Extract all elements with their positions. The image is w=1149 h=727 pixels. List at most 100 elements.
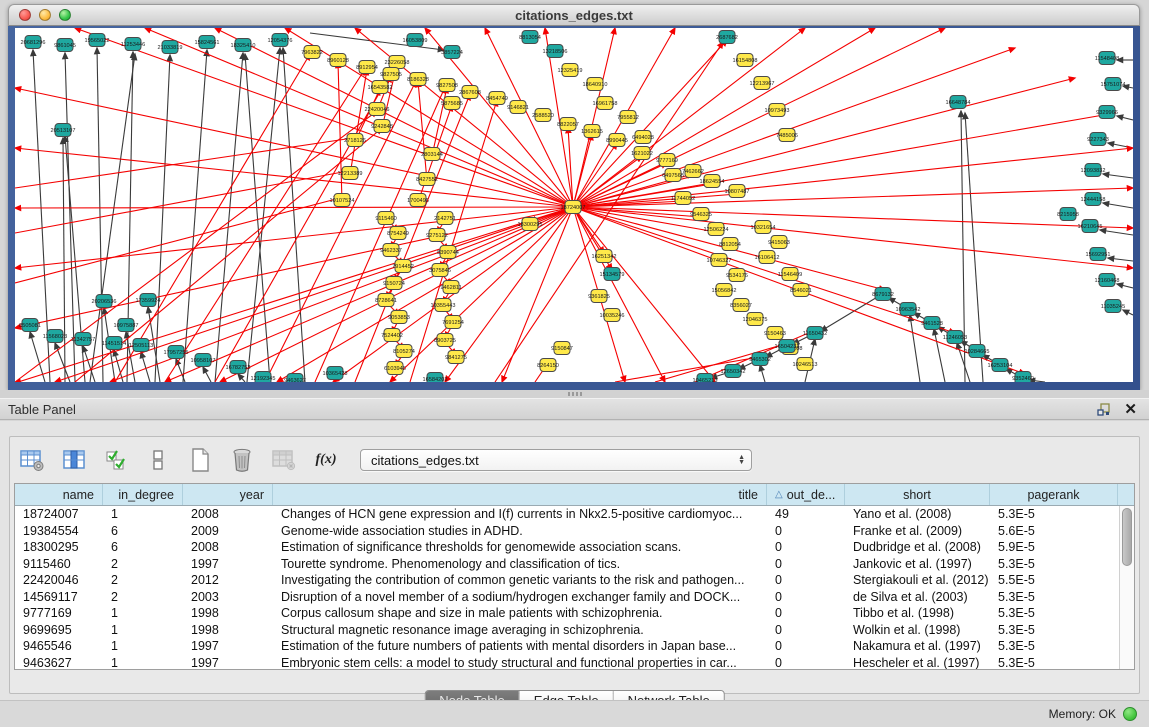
- graph-node[interactable]: 7914452: [392, 260, 414, 273]
- graph-node[interactable]: 8728641: [375, 294, 397, 307]
- graph-node[interactable]: 9465302: [749, 353, 771, 366]
- graph-node[interactable]: 16210645: [1078, 220, 1103, 233]
- table-settings-icon[interactable]: [18, 447, 46, 473]
- graph-node[interactable]: 2718126: [344, 134, 366, 147]
- column-header-in_degree[interactable]: in_degree: [103, 484, 183, 505]
- vertical-scrollbar[interactable]: [1119, 506, 1134, 669]
- float-panel-icon[interactable]: [1097, 403, 1111, 416]
- graph-node[interactable]: 8264150: [537, 359, 559, 372]
- graph-node[interactable]: 15824561: [195, 36, 220, 49]
- graph-node[interactable]: 20206536: [92, 295, 117, 308]
- graph-node[interactable]: 9462811: [440, 281, 461, 294]
- graph-node[interactable]: 2867608: [459, 86, 481, 99]
- table-row[interactable]: 969969511998Structural magnetic resonanc…: [15, 622, 1134, 639]
- graph-edge[interactable]: [1100, 230, 1133, 235]
- graph-node[interactable]: 10321654: [751, 221, 776, 234]
- graph-edge[interactable]: [215, 53, 243, 382]
- graph-node[interactable]: 9462337: [380, 244, 402, 257]
- column-header-year[interactable]: year: [183, 484, 273, 505]
- graph-node[interactable]: 2588520: [532, 109, 554, 122]
- graph-edge[interactable]: [55, 343, 70, 382]
- graph-node[interactable]: 16053809: [403, 34, 428, 47]
- graph-edge[interactable]: [215, 28, 573, 207]
- graph-edge[interactable]: [1103, 203, 1133, 208]
- graph-node[interactable]: 12325419: [558, 64, 583, 77]
- graph-node[interactable]: 8356027: [730, 299, 752, 312]
- graph-node[interactable]: 20681296: [21, 36, 46, 49]
- graph-node[interactable]: 6103945: [384, 362, 406, 375]
- graph-node[interactable]: 9329966: [1096, 106, 1118, 119]
- graph-node[interactable]: 11035245: [1101, 300, 1125, 313]
- graph-node[interactable]: 15056842: [712, 284, 737, 297]
- graph-node[interactable]: 1362615: [581, 125, 603, 138]
- graph-node[interactable]: 9827505: [380, 68, 402, 81]
- graph-node[interactable]: 12160468: [1095, 274, 1120, 287]
- graph-node[interactable]: 7524402: [381, 329, 403, 342]
- graph-node[interactable]: 8822057: [557, 118, 579, 131]
- graph-edge[interactable]: [1108, 143, 1133, 148]
- graph-node[interactable]: 16782753: [226, 361, 251, 374]
- graph-node[interactable]: 8912954: [356, 61, 378, 74]
- graph-node[interactable]: 9227343: [1087, 133, 1109, 146]
- graph-node[interactable]: 9861045: [54, 39, 76, 52]
- graph-node[interactable]: 20513107: [51, 124, 76, 137]
- graph-edge[interactable]: [573, 188, 1133, 207]
- graph-node[interactable]: 12046375: [743, 313, 768, 326]
- graph-node[interactable]: 8427552: [416, 173, 438, 186]
- graph-node[interactable]: 12213967: [750, 77, 775, 90]
- graph-node[interactable]: 8960128: [327, 54, 349, 67]
- graph-node[interactable]: 9546325: [690, 208, 712, 221]
- graph-node[interactable]: 11342757: [71, 333, 95, 346]
- graph-edge[interactable]: [1103, 174, 1133, 178]
- graph-node[interactable]: 2142751: [434, 212, 456, 225]
- graph-node[interactable]: 7462662: [682, 165, 704, 178]
- graph-node[interactable]: 3075846: [429, 264, 451, 277]
- close-panel-icon[interactable]: ✕: [1124, 402, 1137, 417]
- graph-node[interactable]: 9146821: [507, 101, 529, 114]
- graph-node[interactable]: 11546409: [778, 268, 802, 281]
- table-row[interactable]: 977716911998Corpus callosum shape and si…: [15, 605, 1134, 622]
- graph-node[interactable]: 13218506: [543, 45, 568, 58]
- graph-edge[interactable]: [573, 48, 1015, 207]
- graph-node[interactable]: 9115460: [375, 212, 396, 225]
- graph-node[interactable]: 16584203: [423, 373, 448, 383]
- graph-edge[interactable]: [573, 28, 805, 207]
- graph-node[interactable]: 1700496: [407, 194, 429, 207]
- graph-node[interactable]: 8812054: [719, 238, 741, 251]
- graph-node[interactable]: 8679132: [872, 288, 894, 301]
- select-all-rows-icon[interactable]: [102, 447, 130, 473]
- graph-edge[interactable]: [15, 111, 377, 382]
- graph-node[interactable]: 18640910: [583, 78, 608, 91]
- graph-edge[interactable]: [910, 315, 920, 382]
- graph-edge[interactable]: [1117, 116, 1133, 120]
- scrollbar-thumb[interactable]: [1122, 508, 1132, 566]
- graph-node[interactable]: 8903725: [434, 334, 456, 347]
- graph-node[interactable]: 15751074: [1101, 78, 1126, 91]
- graph-node[interactable]: 10355443: [431, 299, 456, 312]
- graph-edge[interactable]: [145, 28, 573, 207]
- table-row[interactable]: 946554611997Estimation of the future num…: [15, 638, 1134, 655]
- graph-node[interactable]: 8186328: [407, 73, 429, 86]
- graph-node[interactable]: 12506224: [704, 223, 729, 236]
- graph-edge[interactable]: [1123, 310, 1133, 315]
- graph-node[interactable]: 2687682: [716, 31, 738, 44]
- graph-node[interactable]: 16251342: [592, 250, 617, 263]
- graph-node[interactable]: 6497568: [662, 169, 684, 182]
- graph-node[interactable]: 12650342: [721, 365, 746, 378]
- column-header-name[interactable]: name: [15, 484, 103, 505]
- graph-node[interactable]: 16106412: [755, 251, 780, 264]
- graph-edge[interactable]: [15, 207, 573, 208]
- graph-node[interactable]: 12192345: [251, 372, 276, 383]
- graph-node[interactable]: 19565022: [85, 34, 110, 47]
- graph-node[interactable]: 9841275: [445, 351, 467, 364]
- panel-divider[interactable]: [0, 390, 1149, 398]
- graph-node[interactable]: 9827508: [436, 79, 458, 92]
- table-selector-dropdown[interactable]: citations_edges.txt ▲▼: [360, 449, 752, 471]
- graph-node[interactable]: 2803144: [421, 148, 443, 161]
- table-row[interactable]: 946362711997Embryonic stem cells: a mode…: [15, 655, 1134, 670]
- graph-node[interactable]: 10284665: [965, 345, 990, 358]
- graph-edge[interactable]: [203, 367, 211, 382]
- graph-node[interactable]: 10973493: [765, 104, 790, 117]
- graph-node[interactable]: 8813054: [519, 31, 541, 44]
- delete-column-icon[interactable]: [228, 447, 256, 473]
